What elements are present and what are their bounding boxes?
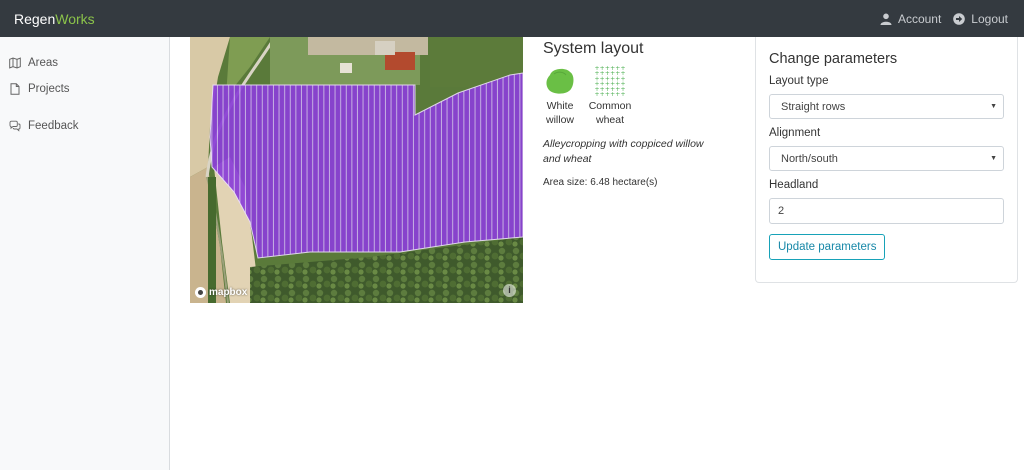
chat-icon — [9, 120, 21, 132]
sidebar-item-areas[interactable]: Areas — [0, 50, 169, 76]
logout-arrow-icon — [953, 12, 966, 25]
info-icon[interactable]: i — [503, 284, 516, 297]
layout-type-label: Layout type — [769, 75, 829, 87]
account-link[interactable]: Account — [880, 12, 941, 26]
crop-name: White willow — [546, 99, 574, 127]
update-parameters-button[interactable]: Update parameters — [769, 234, 886, 260]
crop-white-willow: White willow — [543, 65, 577, 127]
top-navbar: RegenWorks Account Logout — [0, 0, 1024, 37]
wheat-grid-icon: + + + + + ++ + + + + ++ + + + + ++ + + + + ++ + + + + ++ + + + + + — [594, 65, 625, 97]
brand-logo[interactable]: RegenWorks — [14, 11, 95, 27]
map-icon — [9, 57, 21, 69]
crop-common-wheat: + + + + + + + + + + + + + + + + + + + + + + + + + + + + + + + + + + + + Com… — [589, 65, 632, 127]
system-layout-title: System layout — [543, 40, 644, 57]
crop-name-line1: Common — [588, 100, 632, 112]
layout-description: Alleycropping with coppiced willow and w… — [543, 138, 704, 165]
sidebar-item-label: Feedback — [28, 120, 79, 132]
logout-label: Logout — [971, 11, 1008, 26]
crop-list: White willow + + + + + + + + + + + + + + + + + + + + + + + + + + +… — [543, 65, 733, 127]
brand-suffix: Works — [55, 10, 95, 27]
parameters-title: Change parameters — [769, 51, 898, 67]
alignment-label: Alignment — [769, 127, 821, 139]
sidebar-item-projects[interactable]: Projects — [0, 76, 169, 102]
logout-link[interactable]: Logout — [953, 12, 1008, 26]
alignment-select[interactable]: North/south ▼ — [769, 146, 1004, 171]
account-label: Account — [897, 11, 942, 26]
crop-name-line2: willow — [545, 114, 574, 126]
system-layout-panel: System layout White willow + + + + + + + + + + + + +… — [543, 37, 733, 188]
chevron-down-icon: ▼ — [990, 155, 997, 162]
map-view[interactable]: mapbox i — [190, 37, 523, 303]
crop-name-line2: wheat — [595, 114, 625, 126]
willow-tree-icon — [546, 68, 574, 94]
sidebar-item-label: Areas — [28, 57, 59, 69]
layout-type-select[interactable]: Straight rows ▼ — [769, 94, 1004, 119]
nav-right: Account Logout — [868, 12, 1008, 26]
sidebar: Areas Projects Feedback — [0, 37, 170, 470]
crop-name-line1: White — [546, 100, 574, 112]
headland-input[interactable]: 2 — [769, 198, 1004, 224]
mapbox-logo-text: mapbox — [209, 287, 248, 298]
crop-name: Common wheat — [589, 99, 632, 127]
satellite-map — [190, 37, 523, 303]
sidebar-item-label: Projects — [28, 83, 70, 95]
svg-text:+: + — [620, 91, 625, 97]
headland-label: Headland — [769, 179, 819, 191]
user-icon — [880, 13, 892, 25]
mapbox-logo-icon — [195, 287, 206, 298]
chevron-down-icon: ▼ — [990, 103, 997, 110]
sidebar-item-feedback[interactable]: Feedback — [0, 113, 169, 139]
parameters-card: Change parameters Layout type Straight r… — [755, 37, 1018, 283]
area-size: Area size: 6.48 hectare(s) — [543, 177, 658, 188]
mapbox-attribution[interactable]: mapbox — [195, 287, 247, 298]
alignment-value: North/south — [781, 152, 838, 165]
brand-prefix: Regen — [14, 10, 56, 27]
layout-type-value: Straight rows — [781, 100, 846, 113]
document-icon — [10, 83, 20, 95]
